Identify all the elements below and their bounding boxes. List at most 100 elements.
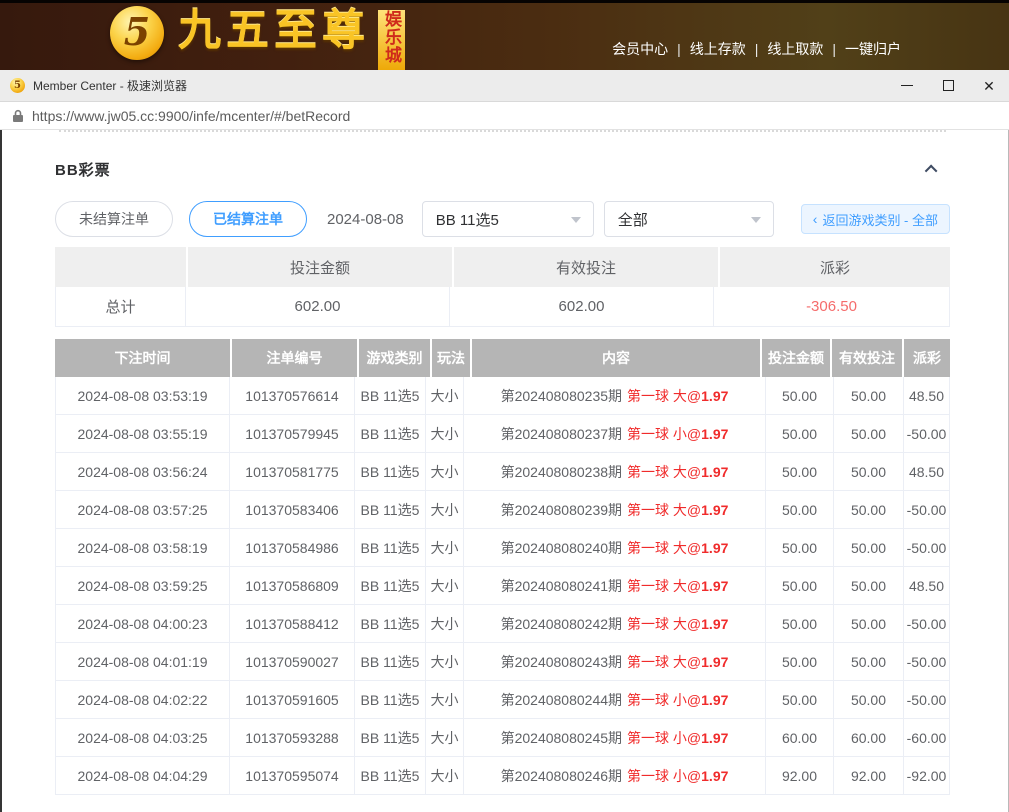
content-odds: 1.97	[701, 616, 728, 632]
cell-payout: 48.50	[904, 377, 950, 415]
cell-bet-time: 2024-08-08 04:03:25	[55, 719, 230, 757]
cell-bet-amount: 50.00	[766, 605, 834, 643]
cell-content: 第202408080244期第一球 小@1.97	[464, 681, 766, 719]
content-pick: 第一球 大@	[627, 538, 701, 558]
table-row: 2024-08-08 04:03:25101370593288BB 11选5大小…	[55, 719, 950, 757]
cell-content: 第202408080243期第一球 大@1.97	[464, 643, 766, 681]
content-period: 第202408080246期	[501, 766, 622, 786]
content-pick: 第一球 小@	[627, 766, 701, 786]
cell-payout: -92.00	[904, 757, 950, 795]
cell-order-id: 101370583406	[230, 491, 355, 529]
cell-order-id: 101370586809	[230, 567, 355, 605]
nav-link-0[interactable]: 会员中心	[612, 41, 668, 57]
cell-play-type: 大小	[426, 491, 464, 529]
cell-play-type: 大小	[426, 415, 464, 453]
cell-play-type: 大小	[426, 719, 464, 757]
collapse-button[interactable]	[924, 163, 940, 177]
summary-table: 投注金额有效投注派彩 总计 602.00 602.00 -306.50	[55, 247, 950, 327]
cell-valid-bet: 92.00	[834, 757, 904, 795]
content-odds: 1.97	[701, 502, 728, 518]
content-odds: 1.97	[701, 730, 728, 746]
cell-payout: -50.00	[904, 529, 950, 567]
content-pick: 第一球 小@	[627, 690, 701, 710]
content-odds: 1.97	[701, 654, 728, 670]
cell-play-type: 大小	[426, 681, 464, 719]
back-to-category-button[interactable]: ‹ 返回游戏类别 - 全部	[801, 204, 950, 234]
summary-header-cell: 投注金额	[188, 247, 452, 287]
cell-valid-bet: 50.00	[834, 605, 904, 643]
bet-header-cell: 派彩	[904, 339, 950, 377]
cell-play-type: 大小	[426, 643, 464, 681]
cell-game-type: BB 11选5	[355, 377, 426, 415]
cell-bet-time: 2024-08-08 03:55:19	[55, 415, 230, 453]
cell-play-type: 大小	[426, 453, 464, 491]
summary-row-label: 总计	[55, 287, 186, 327]
url-bar[interactable]: https://www.jw05.cc:9900/infe/mcenter/#/…	[0, 102, 1009, 130]
nav-link-2[interactable]: 线上取款	[767, 41, 823, 57]
cell-payout: -50.00	[904, 491, 950, 529]
cell-content: 第202408080246期第一球 小@1.97	[464, 757, 766, 795]
page-content: BB彩票 未结算注单 已结算注单 2024-08-08 BB 11选5 全部 ‹…	[0, 130, 1009, 812]
cell-order-id: 101370576614	[230, 377, 355, 415]
cell-valid-bet: 50.00	[834, 415, 904, 453]
summary-valid-bet: 602.00	[450, 287, 714, 327]
chevron-down-icon	[571, 217, 581, 223]
content-odds: 1.97	[701, 578, 728, 594]
content-period: 第202408080242期	[501, 614, 622, 634]
cell-bet-amount: 92.00	[766, 757, 834, 795]
cell-content: 第202408080235期第一球 大@1.97	[464, 377, 766, 415]
cell-content: 第202408080237期第一球 小@1.97	[464, 415, 766, 453]
date-picker[interactable]: 2024-08-08	[327, 211, 404, 228]
cell-valid-bet: 50.00	[834, 643, 904, 681]
minimize-button[interactable]	[900, 79, 914, 93]
cell-bet-amount: 50.00	[766, 529, 834, 567]
cell-play-type: 大小	[426, 757, 464, 795]
cell-payout: -60.00	[904, 719, 950, 757]
bet-header-cell: 玩法	[432, 339, 470, 377]
site-logo[interactable]: 5 九五至尊 娱乐城	[110, 4, 405, 70]
bet-header-cell: 有效投注	[832, 339, 902, 377]
tab-settled-bets[interactable]: 已结算注单	[189, 201, 307, 237]
content-odds: 1.97	[701, 692, 728, 708]
content-period: 第202408080245期	[501, 728, 622, 748]
bet-table-body: 2024-08-08 03:53:19101370576614BB 11选5大小…	[55, 377, 950, 795]
nav-link-1[interactable]: 线上存款	[690, 41, 746, 57]
content-pick: 第一球 大@	[627, 652, 701, 672]
table-row: 2024-08-08 04:01:19101370590027BB 11选5大小…	[55, 643, 950, 681]
chevron-left-icon: ‹	[813, 211, 818, 227]
summary-payout: -306.50	[714, 287, 950, 327]
close-button[interactable]: ✕	[982, 79, 996, 93]
cell-bet-amount: 50.00	[766, 681, 834, 719]
cell-content: 第202408080239期第一球 大@1.97	[464, 491, 766, 529]
content-odds: 1.97	[701, 464, 728, 480]
content-period: 第202408080244期	[501, 690, 622, 710]
content-pick: 第一球 大@	[627, 614, 701, 634]
type-select[interactable]: 全部	[604, 201, 774, 237]
game-select[interactable]: BB 11选5	[422, 201, 594, 237]
nav-separator: |	[832, 41, 836, 57]
cell-bet-time: 2024-08-08 03:57:25	[55, 491, 230, 529]
cell-valid-bet: 50.00	[834, 681, 904, 719]
cell-payout: -50.00	[904, 643, 950, 681]
bet-table-header: 下注时间注单编号游戏类别玩法内容投注金额有效投注派彩	[55, 339, 950, 377]
chevron-down-icon	[751, 217, 761, 223]
cell-bet-time: 2024-08-08 04:02:22	[55, 681, 230, 719]
cell-bet-amount: 50.00	[766, 377, 834, 415]
table-row: 2024-08-08 04:00:23101370588412BB 11选5大小…	[55, 605, 950, 643]
maximize-button[interactable]	[941, 79, 955, 93]
cell-bet-time: 2024-08-08 03:58:19	[55, 529, 230, 567]
tab-unsettled-bets[interactable]: 未结算注单	[55, 201, 173, 237]
summary-header: 投注金额有效投注派彩	[55, 247, 950, 287]
content-period: 第202408080240期	[501, 538, 622, 558]
cell-bet-amount: 60.00	[766, 719, 834, 757]
cell-play-type: 大小	[426, 529, 464, 567]
cell-play-type: 大小	[426, 377, 464, 415]
bet-header-cell: 下注时间	[55, 339, 230, 377]
content-period: 第202408080237期	[501, 424, 622, 444]
nav-link-3[interactable]: 一键归户	[845, 41, 901, 57]
content-pick: 第一球 大@	[627, 500, 701, 520]
cell-play-type: 大小	[426, 567, 464, 605]
window-title: Member Center - 极速浏览器	[33, 77, 187, 94]
cell-bet-time: 2024-08-08 03:59:25	[55, 567, 230, 605]
table-row: 2024-08-08 03:53:19101370576614BB 11选5大小…	[55, 377, 950, 415]
